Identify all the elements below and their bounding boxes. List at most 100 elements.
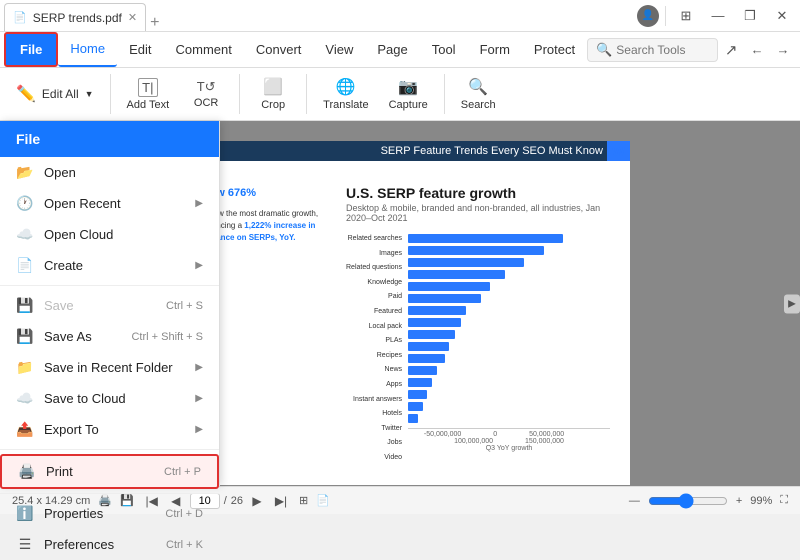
open-cloud-label: Open Cloud bbox=[44, 227, 113, 242]
pdf-header-text: SERP Feature Trends Every SEO Must Know … bbox=[381, 145, 618, 157]
menu-item-create[interactable]: 📄 Create ▶ bbox=[0, 250, 219, 281]
last-page-button[interactable]: ▶| bbox=[271, 491, 291, 511]
forward-button[interactable]: → bbox=[770, 36, 796, 64]
tab-protect[interactable]: Protect bbox=[522, 32, 587, 67]
separator-1 bbox=[0, 285, 219, 286]
menu-item-save: 💾 Save Ctrl + S bbox=[0, 290, 219, 321]
window-icon: ⊞ bbox=[672, 2, 700, 30]
search-button[interactable]: 🔍 Search bbox=[453, 73, 504, 115]
open-label: Open bbox=[44, 165, 76, 180]
next-page-button[interactable]: ▶ bbox=[247, 491, 267, 511]
menu-item-save-cloud[interactable]: ☁️ Save to Cloud ▶ bbox=[0, 383, 219, 414]
separator-3 bbox=[0, 493, 219, 494]
tab-tool[interactable]: Tool bbox=[420, 32, 468, 67]
scroll-right-arrow[interactable]: ▶ bbox=[784, 294, 800, 313]
share-button[interactable]: ↗ bbox=[718, 36, 744, 64]
arrow-icon: ▶ bbox=[195, 198, 203, 209]
ocr-button[interactable]: T↺ OCR bbox=[181, 75, 231, 113]
search-tools-box[interactable]: 🔍 bbox=[587, 38, 718, 62]
print-shortcut: Ctrl + P bbox=[164, 466, 201, 478]
menu-item-open-recent[interactable]: 🕐 Open Recent ▶ bbox=[0, 188, 219, 219]
menu-item-print[interactable]: 🖨️ Print Ctrl + P bbox=[0, 454, 219, 489]
tab-comment[interactable]: Comment bbox=[164, 32, 244, 67]
pdf-content: ...grew 676% apps saw the most dramatic … bbox=[190, 161, 610, 465]
bar-row bbox=[408, 341, 610, 352]
menu-item-export[interactable]: 📤 Export To ▶ bbox=[0, 414, 219, 445]
arrow-icon-export: ▶ bbox=[195, 424, 203, 435]
zoom-level: 99% bbox=[750, 495, 772, 507]
tab-file[interactable]: File bbox=[4, 32, 58, 67]
menu-item-save-recent[interactable]: 📁 Save in Recent Folder ▶ bbox=[0, 352, 219, 383]
preferences-shortcut: Ctrl + K bbox=[166, 539, 203, 551]
bar-row bbox=[408, 401, 610, 412]
chart-container: Related searches Images Related question… bbox=[346, 233, 610, 465]
chevron-down-icon: ▼ bbox=[85, 89, 94, 99]
close-button[interactable]: ✕ bbox=[768, 2, 796, 30]
tab-convert[interactable]: Convert bbox=[244, 32, 314, 67]
menu-item-preferences[interactable]: ☰ Preferences Ctrl + K bbox=[0, 529, 219, 560]
arrow-icon-save-recent: ▶ bbox=[195, 362, 203, 373]
layout-icon[interactable]: 📄 bbox=[316, 494, 330, 507]
crop-button[interactable]: ⬜ Crop bbox=[248, 73, 298, 115]
chart-labels: Related searches Images Related question… bbox=[346, 233, 402, 465]
open-recent-icon: 🕐 bbox=[16, 195, 34, 212]
main-area: SERP Feature Trends Every SEO Must Know … bbox=[0, 121, 800, 486]
new-tab-button[interactable]: + bbox=[150, 15, 159, 31]
save-cloud-icon: ☁️ bbox=[16, 390, 34, 407]
menu-item-save-as[interactable]: 💾 Save As Ctrl + Shift + S bbox=[0, 321, 219, 352]
zoom-in-icon[interactable]: + bbox=[736, 495, 742, 507]
maximize-button[interactable]: ❐ bbox=[736, 2, 764, 30]
menu-item-open-cloud[interactable]: ☁️ Open Cloud bbox=[0, 219, 219, 250]
bar-row bbox=[408, 293, 610, 304]
save-cloud-label: Save to Cloud bbox=[44, 391, 126, 406]
capture-label: Capture bbox=[389, 99, 428, 111]
create-icon: 📄 bbox=[16, 257, 34, 274]
create-label: Create bbox=[44, 258, 83, 273]
tab-close-button[interactable]: ✕ bbox=[128, 11, 137, 24]
capture-button[interactable]: 📷 Capture bbox=[381, 73, 436, 115]
chart-axis-label: Q3 YoY growth bbox=[408, 445, 610, 452]
w-badge: W bbox=[607, 141, 630, 161]
open-icon: 📂 bbox=[16, 164, 34, 181]
chart-subtitle: Desktop & mobile, branded and non-brande… bbox=[346, 203, 610, 223]
back-button[interactable]: ← bbox=[744, 36, 770, 64]
preferences-label: Preferences bbox=[44, 537, 114, 552]
divider-2 bbox=[239, 74, 240, 114]
save-as-label: Save As bbox=[44, 329, 92, 344]
total-pages: 26 bbox=[231, 495, 243, 507]
file-menu: File 📂 Open 🕐 Open Recent ▶ ☁️ Open Clou… bbox=[0, 121, 220, 486]
tab-view[interactable]: View bbox=[313, 32, 365, 67]
add-text-button[interactable]: T| Add Text bbox=[119, 74, 178, 115]
save-label: Save bbox=[44, 298, 74, 313]
save-recent-label: Save in Recent Folder bbox=[44, 360, 173, 375]
bar-row bbox=[408, 317, 610, 328]
tab-home[interactable]: Home bbox=[58, 32, 117, 67]
tab-page[interactable]: Page bbox=[365, 32, 419, 67]
pdf-tab[interactable]: 📄 SERP trends.pdf ✕ bbox=[4, 3, 146, 31]
preferences-icon: ☰ bbox=[16, 536, 34, 553]
translate-button[interactable]: 🌐 Translate bbox=[315, 73, 376, 115]
bar-row bbox=[408, 365, 610, 376]
zoom-slider[interactable] bbox=[648, 493, 728, 509]
fit-icon[interactable]: ⊞ bbox=[299, 494, 308, 507]
crop-icon: ⬜ bbox=[263, 77, 283, 97]
search-tools-input[interactable] bbox=[616, 43, 709, 57]
bar-row bbox=[408, 305, 610, 316]
avatar[interactable]: 👤 bbox=[637, 5, 659, 27]
tab-form[interactable]: Form bbox=[468, 32, 522, 67]
ocr-label: OCR bbox=[194, 97, 218, 109]
bar-row bbox=[408, 413, 610, 424]
menu-item-open[interactable]: 📂 Open bbox=[0, 157, 219, 188]
bar-row bbox=[408, 353, 610, 364]
edit-all-label: Edit All bbox=[42, 87, 79, 101]
zoom-out-icon[interactable]: — bbox=[629, 495, 640, 507]
edit-icon: ✏️ bbox=[16, 84, 36, 104]
fullscreen-icon[interactable]: ⛶ bbox=[780, 494, 788, 507]
export-icon: 📤 bbox=[16, 421, 34, 438]
crop-label: Crop bbox=[261, 99, 285, 111]
minimize-button[interactable]: — bbox=[704, 2, 732, 30]
tab-edit[interactable]: Edit bbox=[117, 32, 163, 67]
edit-all-button[interactable]: ✏️ Edit All ▼ bbox=[8, 80, 102, 108]
search-icon: 🔍 bbox=[596, 42, 612, 58]
file-menu-header: File bbox=[0, 121, 219, 157]
